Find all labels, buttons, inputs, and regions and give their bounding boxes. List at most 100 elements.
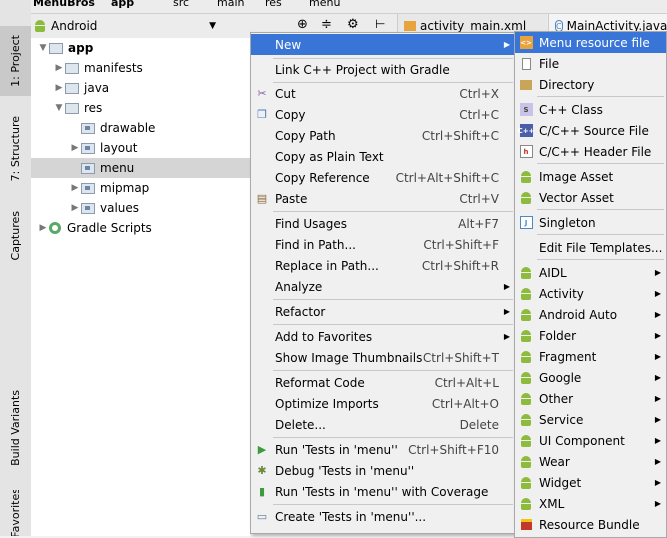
expand-arrow-icon[interactable]: ▼ [53, 103, 65, 113]
submenu-item-vector-asset[interactable]: Vector Asset [515, 187, 666, 208]
breadcrumb-main[interactable]: main [217, 0, 244, 9]
menu-item-find-usages[interactable]: Find Usages Alt+F7 [251, 213, 515, 234]
submenu-item-activity[interactable]: Activity ▶ [515, 283, 666, 304]
submenu-item-singleton[interactable]: J Singleton [515, 212, 666, 233]
cpp-header-icon: h [519, 145, 533, 159]
submenu-arrow-icon: ▶ [503, 332, 510, 341]
submenu-arrow-icon: ▶ [654, 457, 661, 466]
submenu-arrow-icon: ▶ [654, 499, 661, 508]
submenu-item-fragment[interactable]: Fragment ▶ [515, 346, 666, 367]
tree-item-mipmap[interactable]: ▶ mipmap [31, 178, 250, 198]
breadcrumb-app[interactable]: app [111, 0, 134, 9]
submenu-item-cpp-header[interactable]: h C/C++ Header File [515, 141, 666, 162]
separator [273, 299, 513, 300]
collapse-arrow-icon[interactable]: ▶ [53, 83, 65, 93]
submenu-item-ui-component[interactable]: UI Component ▶ [515, 430, 666, 451]
gradle-icon [49, 222, 61, 234]
collapse-arrow-icon[interactable]: ▶ [37, 223, 49, 233]
structure-tab[interactable]: 7: Structure [0, 108, 31, 190]
expand-arrow-icon[interactable]: ▼ [37, 43, 49, 53]
menu-item-copy-reference[interactable]: Copy Reference Ctrl+Alt+Shift+C [251, 167, 515, 188]
submenu-arrow-icon: ▶ [654, 268, 661, 277]
menu-item-replace-in-path[interactable]: Replace in Path... Ctrl+Shift+R [251, 255, 515, 276]
menu-resource-icon: <> [519, 36, 533, 50]
menu-item-new[interactable]: New ▶ [251, 34, 515, 55]
tree-item-app[interactable]: ▼ app [31, 38, 250, 58]
menu-item-paste[interactable]: ▤ Paste Ctrl+V [251, 188, 515, 209]
android-icon [519, 476, 533, 490]
project-view-dropdown[interactable]: Android ▼ [34, 16, 220, 35]
project-tab[interactable]: 1: Project [0, 26, 31, 96]
menu-item-cut[interactable]: ✂ Cut Ctrl+X [251, 83, 515, 104]
menu-item-run-tests[interactable]: ▶ Run 'Tests in 'menu'' Ctrl+Shift+F10 [251, 439, 515, 460]
resource-folder-icon [81, 202, 95, 214]
submenu-item-widget[interactable]: Widget ▶ [515, 472, 666, 493]
submenu-item-image-asset[interactable]: Image Asset [515, 166, 666, 187]
menu-item-show-thumbnails[interactable]: Show Image Thumbnails Ctrl+Shift+T [251, 347, 515, 368]
collapse-arrow-icon[interactable]: ▶ [69, 183, 81, 193]
gear-icon[interactable]: ⚙ [347, 17, 359, 32]
submenu-item-android-auto[interactable]: Android Auto ▶ [515, 304, 666, 325]
menu-item-copy-plain[interactable]: Copy as Plain Text [251, 146, 515, 167]
breadcrumb-project[interactable]: MenuBros [33, 0, 95, 9]
hide-icon[interactable]: ⊢ [375, 17, 385, 31]
tree-item-values[interactable]: ▶ values [31, 198, 250, 218]
favorites-tab[interactable]: Favorites [0, 490, 31, 536]
menu-item-optimize-imports[interactable]: Optimize Imports Ctrl+Alt+O [251, 393, 515, 414]
submenu-item-file[interactable]: File [515, 53, 666, 74]
submenu-item-other[interactable]: Other ▶ [515, 388, 666, 409]
submenu-item-wear[interactable]: Wear ▶ [515, 451, 666, 472]
tree-item-menu[interactable]: menu [31, 158, 250, 178]
tree-item-res[interactable]: ▼ res [31, 98, 250, 118]
resource-folder-icon [81, 162, 95, 174]
breadcrumb-src[interactable]: src [173, 0, 189, 9]
breadcrumb-menu[interactable]: menu [309, 0, 340, 9]
menu-item-add-favorites[interactable]: Add to Favorites ▶ [251, 326, 515, 347]
resource-folder-icon [81, 122, 95, 134]
tree-item-manifests[interactable]: ▶ manifests [31, 58, 250, 78]
build-variants-tab[interactable]: Build Variants [0, 382, 31, 474]
submenu-arrow-icon: ▶ [654, 331, 661, 340]
submenu-item-aidl[interactable]: AIDL ▶ [515, 262, 666, 283]
menu-item-debug-tests[interactable]: ✱ Debug 'Tests in 'menu'' [251, 460, 515, 481]
breadcrumb-res[interactable]: res [265, 0, 282, 9]
submenu-item-service[interactable]: Service ▶ [515, 409, 666, 430]
menu-item-create-tests[interactable]: ▭ Create 'Tests in 'menu''... [251, 506, 515, 527]
collapse-icon[interactable]: ≑ [321, 17, 332, 32]
menu-item-delete[interactable]: Delete... Delete [251, 414, 515, 435]
tree-item-layout[interactable]: ▶ layout [31, 138, 250, 158]
submenu-item-xml[interactable]: XML ▶ [515, 493, 666, 514]
separator [273, 211, 513, 212]
tree-item-gradle-scripts[interactable]: ▶ Gradle Scripts [31, 218, 250, 238]
tree-item-drawable[interactable]: drawable [31, 118, 250, 138]
submenu-item-menu-resource-file[interactable]: <> Menu resource file [515, 32, 666, 53]
tool-window-strip: 1: Project 7: Structure Captures Build V… [0, 0, 32, 536]
captures-tab[interactable]: Captures [0, 205, 31, 267]
collapse-arrow-icon[interactable]: ▶ [53, 63, 65, 73]
submenu-item-folder[interactable]: Folder ▶ [515, 325, 666, 346]
android-icon [519, 392, 533, 406]
separator [537, 163, 664, 164]
target-icon[interactable]: ⊕ [297, 17, 308, 32]
menu-item-reformat-code[interactable]: Reformat Code Ctrl+Alt+L [251, 372, 515, 393]
menu-item-analyze[interactable]: Analyze ▶ [251, 276, 515, 297]
xml-file-icon [404, 21, 416, 31]
submenu-arrow-icon: ▶ [503, 282, 510, 291]
submenu-item-cpp-class[interactable]: S C++ Class [515, 99, 666, 120]
submenu-item-resource-bundle[interactable]: Resource Bundle [515, 514, 666, 535]
tree-item-java[interactable]: ▶ java [31, 78, 250, 98]
menu-item-find-in-path[interactable]: Find in Path... Ctrl+Shift+F [251, 234, 515, 255]
collapse-arrow-icon[interactable]: ▶ [69, 143, 81, 153]
collapse-arrow-icon[interactable]: ▶ [69, 203, 81, 213]
menu-item-copy-path[interactable]: Copy Path Ctrl+Shift+C [251, 125, 515, 146]
submenu-item-google[interactable]: Google ▶ [515, 367, 666, 388]
menu-item-run-coverage[interactable]: ▮ Run 'Tests in 'menu'' with Coverage [251, 481, 515, 502]
submenu-item-edit-templates[interactable]: Edit File Templates... [515, 237, 666, 258]
folder-icon [65, 62, 79, 74]
menu-item-refactor[interactable]: Refactor ▶ [251, 301, 515, 322]
separator [537, 259, 664, 260]
menu-item-copy[interactable]: ❐ Copy Ctrl+C [251, 104, 515, 125]
submenu-item-directory[interactable]: Directory [515, 74, 666, 95]
menu-item-link-cpp[interactable]: Link C++ Project with Gradle [251, 59, 515, 80]
submenu-item-cpp-source[interactable]: C++ C/C++ Source File [515, 120, 666, 141]
